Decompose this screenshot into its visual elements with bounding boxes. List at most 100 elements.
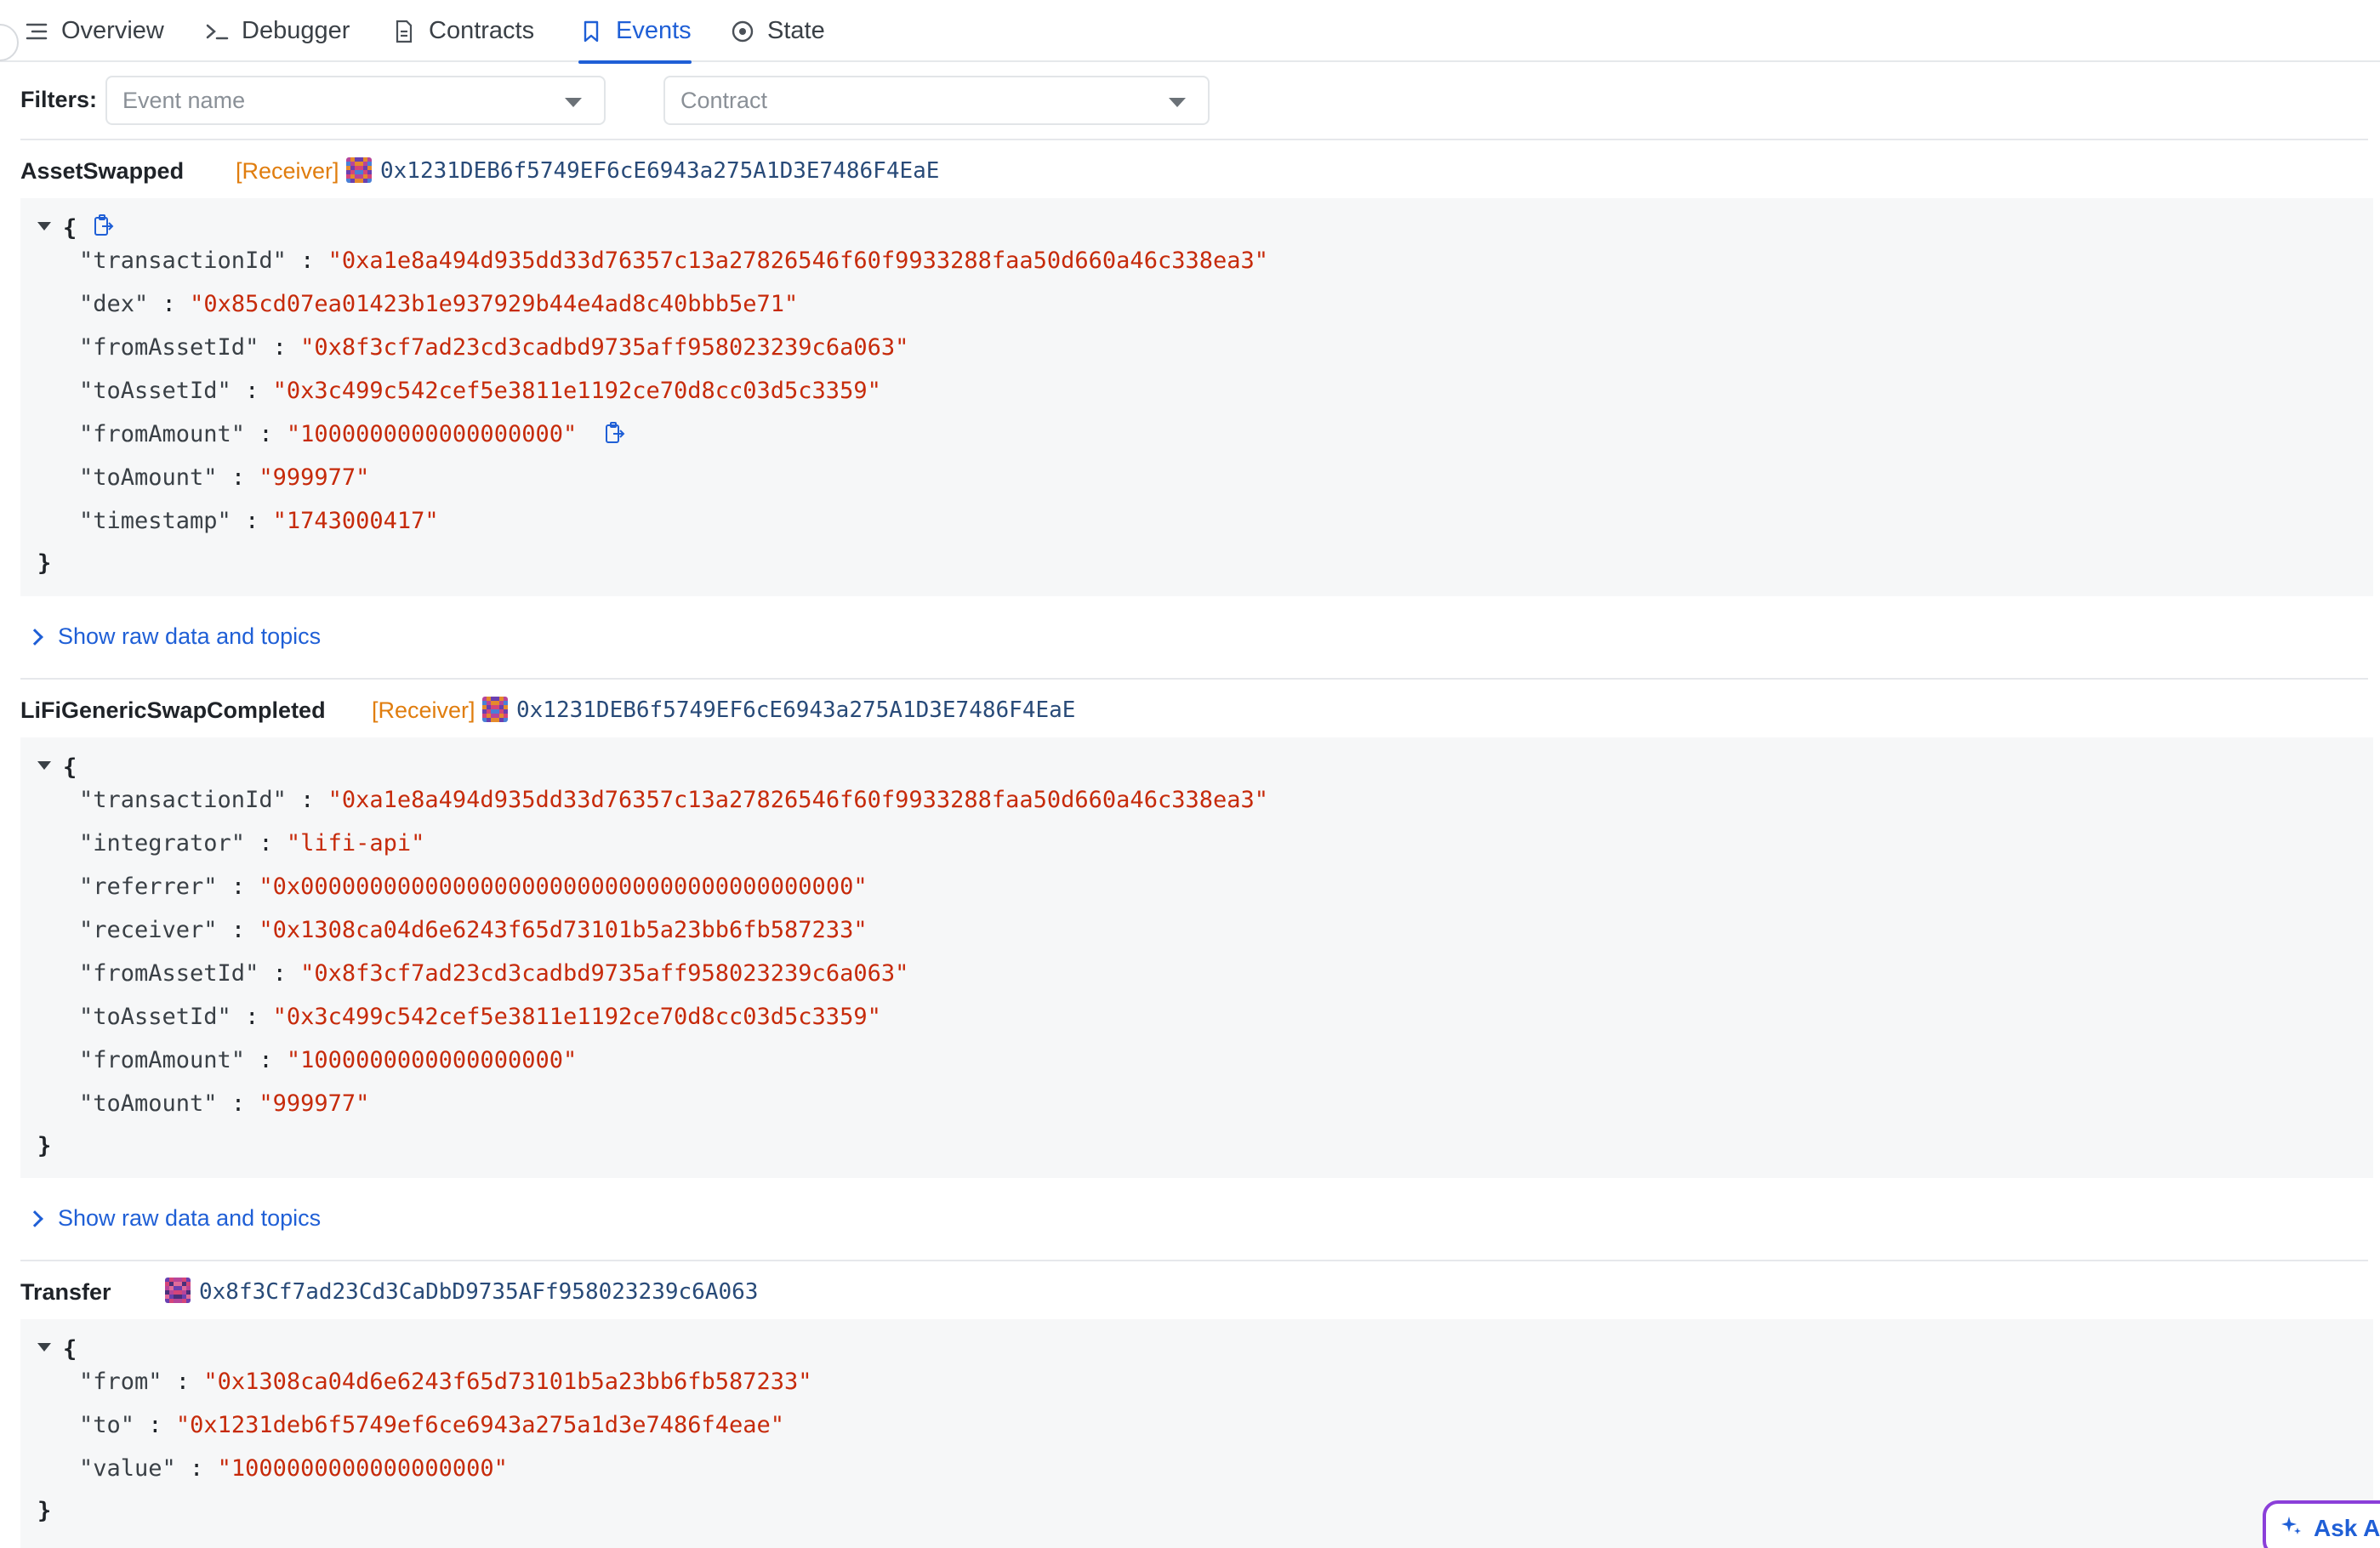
json-row: "toAssetId" : "0x3c499c542cef5e3811e1192…	[79, 378, 881, 404]
tab-label: Events	[616, 17, 692, 44]
json-row: "transactionId" : "0xa1e8a494d935dd33d76…	[79, 787, 1268, 813]
json-row: "from" : "0x1308ca04d6e6243f65d73101b5a2…	[79, 1369, 812, 1395]
event-name-select[interactable]: Event name	[105, 76, 606, 125]
divider	[20, 1260, 2368, 1261]
tab-state[interactable]: State	[730, 0, 825, 62]
json-key: "referrer"	[79, 874, 218, 900]
json-key: "toAssetId"	[79, 378, 231, 404]
json-value: "0x1308ca04d6e6243f65d73101b5a23bb6fb587…	[203, 1369, 812, 1395]
json-close-brace: }	[37, 1498, 52, 1524]
collapse-toggle[interactable]	[37, 222, 51, 230]
json-row: "fromAssetId" : "0x8f3cf7ad23cd3cadbd973…	[79, 334, 909, 361]
json-key: "fromAmount"	[79, 1047, 246, 1073]
json-value: "lifi-api"	[286, 830, 425, 857]
show-raw-data-toggle[interactable]: Show raw data and topics	[26, 1205, 322, 1232]
json-value: "999977"	[259, 464, 370, 491]
json-row: "timestamp" : "1743000417"	[79, 508, 439, 534]
divider	[20, 678, 2368, 680]
json-key: "dex"	[79, 291, 149, 317]
json-value: "1000000000000000000"	[286, 1047, 578, 1073]
chevron-right-icon	[26, 628, 43, 646]
filters-label: Filters:	[20, 87, 98, 112]
copy-icon[interactable]	[605, 421, 625, 445]
chevron-right-icon	[26, 1209, 43, 1227]
ask-ai-label: Ask AI	[2314, 1515, 2380, 1541]
json-key: "receiver"	[79, 917, 218, 943]
tab-overview[interactable]: Overview	[24, 0, 164, 62]
json-key: "transactionId"	[79, 787, 287, 813]
json-row: "fromAssetId" : "0x8f3cf7ad23cd3cadbd973…	[79, 960, 909, 987]
json-key: "from"	[79, 1369, 162, 1395]
copy-icon[interactable]	[94, 213, 114, 237]
terminal-icon	[204, 19, 230, 44]
json-row: "fromAmount" : "1000000000000000000"	[79, 1047, 578, 1073]
json-value: "0x3c499c542cef5e3811e1192ce70d8cc03d5c3…	[272, 378, 881, 404]
show-raw-label: Show raw data and topics	[58, 1205, 322, 1231]
tab-events[interactable]: Events	[578, 0, 692, 64]
contract-select[interactable]: Contract	[663, 76, 1210, 125]
json-open-brace: {	[63, 215, 77, 242]
contract-address-link[interactable]: 0x8f3Cf7ad23Cd3CaDbD9735AFf958023239c6A0…	[199, 1279, 758, 1305]
tab-label: Overview	[61, 17, 164, 44]
collapse-toggle[interactable]	[37, 761, 51, 770]
json-value: "0x3c499c542cef5e3811e1192ce70d8cc03d5c3…	[272, 1004, 881, 1030]
json-key: "toAmount"	[79, 464, 218, 491]
json-open-brace: {	[63, 754, 77, 781]
contract-address-link[interactable]: 0x1231DEB6f5749EF6cE6943a275A1D3E7486F4E…	[516, 697, 1075, 723]
event-name: LiFiGenericSwapCompleted	[20, 697, 326, 723]
divider	[20, 139, 2368, 140]
show-raw-data-toggle[interactable]: Show raw data and topics	[26, 623, 321, 650]
sparkle-icon	[2280, 1514, 2303, 1544]
receiver-tag: [Receiver]	[236, 158, 339, 184]
sidebar-toggle[interactable]	[0, 24, 19, 61]
contract-address-link[interactable]: 0x1231DEB6f5749EF6cE6943a275A1D3E7486F4E…	[380, 158, 939, 184]
receiver-tag: [Receiver]	[372, 697, 475, 723]
json-value: "0x8f3cf7ad23cd3cadbd9735aff958023239c6a…	[300, 334, 909, 361]
tab-contracts[interactable]: Contracts	[391, 0, 534, 62]
tab-bar: Overview Debugger Contracts Events State	[0, 0, 2380, 64]
json-key: "fromAssetId"	[79, 960, 259, 987]
chevron-down-icon	[1169, 98, 1186, 107]
json-key: "to"	[79, 1412, 135, 1438]
json-row: "receiver" : "0x1308ca04d6e6243f65d73101…	[79, 917, 868, 943]
json-row: "referrer" : "0x000000000000000000000000…	[79, 874, 868, 900]
json-row: "value" : "1000000000000000000"	[79, 1455, 508, 1482]
json-value: "0x8f3cf7ad23cd3cadbd9735aff958023239c6a…	[300, 960, 909, 987]
ask-ai-button[interactable]: Ask AI	[2263, 1500, 2380, 1548]
json-key: "value"	[79, 1455, 176, 1482]
json-value: "1000000000000000000"	[286, 421, 578, 447]
event-json-block: { "from" : "0x1308ca04d6e6243f65d73101b5…	[20, 1319, 2373, 1548]
json-value: "0xa1e8a494d935dd33d76357c13a27826546f60…	[327, 787, 1268, 813]
event-name-placeholder: Event name	[122, 87, 246, 113]
tab-label: State	[767, 17, 825, 44]
chevron-down-icon	[565, 98, 582, 107]
json-close-brace: }	[37, 550, 52, 577]
list-icon	[24, 19, 49, 44]
tab-label: Contracts	[429, 17, 535, 44]
json-value: "0x1231deb6f5749ef6ce6943a275a1d3e7486f4…	[175, 1412, 785, 1438]
tab-label: Debugger	[242, 17, 350, 44]
collapse-toggle[interactable]	[37, 1343, 51, 1352]
json-close-brace: }	[37, 1133, 52, 1159]
json-value: "0x85cd07ea01423b1e937929b44e4ad8c40bbb5…	[190, 291, 799, 317]
json-key: "transactionId"	[79, 248, 287, 274]
json-row: "toAssetId" : "0x3c499c542cef5e3811e1192…	[79, 1004, 881, 1030]
event-name: Transfer	[20, 1279, 111, 1305]
json-row: "transactionId" : "0xa1e8a494d935dd33d76…	[79, 248, 1268, 274]
json-value: "999977"	[259, 1090, 370, 1117]
contract-identicon	[346, 157, 372, 183]
event-json-block: { "transactionId" : "0xa1e8a494d935dd33d…	[20, 198, 2373, 596]
json-key: "fromAmount"	[79, 421, 246, 447]
json-value: "0x1308ca04d6e6243f65d73101b5a23bb6fb587…	[259, 917, 868, 943]
json-row: "integrator" : "lifi-api"	[79, 830, 425, 857]
json-value: "0xa1e8a494d935dd33d76357c13a27826546f60…	[327, 248, 1268, 274]
contract-placeholder: Contract	[680, 87, 768, 113]
event-name: AssetSwapped	[20, 158, 185, 184]
bookmark-icon	[578, 19, 604, 44]
json-key: "fromAssetId"	[79, 334, 259, 361]
json-key: "timestamp"	[79, 508, 231, 534]
json-row: "fromAmount" : "1000000000000000000"	[79, 420, 625, 449]
contract-identicon	[482, 697, 508, 722]
tab-debugger[interactable]: Debugger	[204, 0, 350, 62]
json-row: "to" : "0x1231deb6f5749ef6ce6943a275a1d3…	[79, 1412, 785, 1438]
